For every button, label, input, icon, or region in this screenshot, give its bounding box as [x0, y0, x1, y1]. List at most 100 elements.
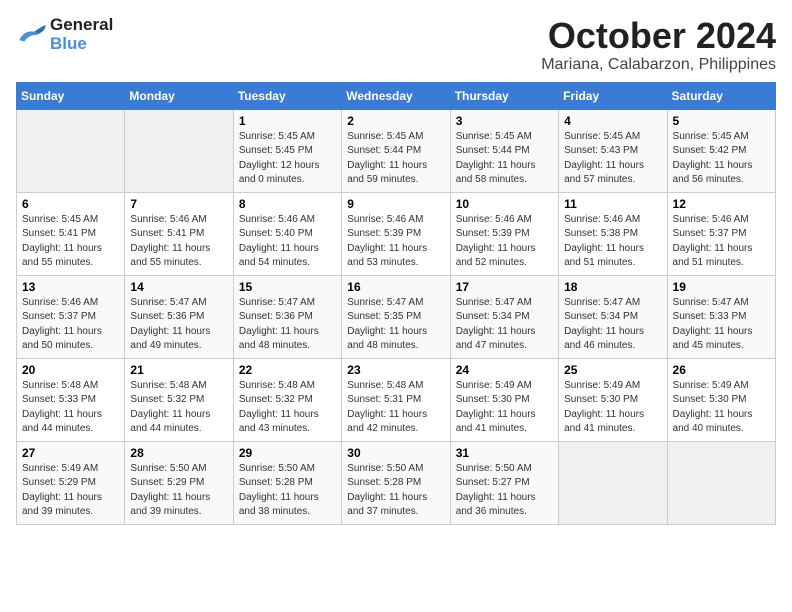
- sunset-text: Sunset: 5:29 PM: [22, 477, 96, 488]
- day-info: Sunrise: 5:48 AMSunset: 5:32 PMDaylight:…: [130, 379, 227, 437]
- daylight-text: Daylight: 11 hours and 59 minutes.: [347, 160, 427, 186]
- day-info: Sunrise: 5:46 AMSunset: 5:38 PMDaylight:…: [564, 213, 661, 271]
- calendar-day-cell: 2 Sunrise: 5:45 AM Sunset: 5:44 PM Daylight…: [342, 109, 450, 192]
- daylight-text: Daylight: 11 hours and 51 minutes.: [673, 243, 753, 269]
- sunset-text: Sunset: 5:39 PM: [456, 228, 530, 239]
- sunrise-text: Sunrise: 5:49 AM: [456, 380, 532, 391]
- calendar-day-cell: [17, 109, 125, 192]
- sunrise-text: Sunrise: 5:49 AM: [564, 380, 640, 391]
- day-number: 25: [564, 363, 661, 377]
- calendar-header-row: SundayMondayTuesdayWednesdayThursdayFrid…: [17, 82, 776, 109]
- sunset-text: Sunset: 5:37 PM: [673, 228, 747, 239]
- day-number: 30: [347, 446, 444, 460]
- calendar-day-cell: 8 Sunrise: 5:46 AMSunset: 5:40 PMDaylight…: [233, 192, 341, 275]
- calendar-day-cell: 17Sunrise: 5:47 AMSunset: 5:34 PMDayligh…: [450, 275, 558, 358]
- sunrise-text: Sunrise: 5:45 AM: [673, 131, 749, 142]
- sunset-text: Sunset: 5:40 PM: [239, 228, 313, 239]
- calendar-header-cell: Wednesday: [342, 82, 450, 109]
- day-number: 13: [22, 280, 119, 294]
- sunrise-text: Sunrise: 5:45 AM: [239, 131, 315, 142]
- day-number: 14: [130, 280, 227, 294]
- subtitle: Mariana, Calabarzon, Philippines: [541, 56, 776, 74]
- sunrise-text: Sunrise: 5:45 AM: [456, 131, 532, 142]
- sunset-text: Sunset: 5:34 PM: [564, 311, 638, 322]
- day-number: 19: [673, 280, 770, 294]
- sunrise-text: Sunrise: 5:50 AM: [130, 463, 206, 474]
- day-info: Sunrise: 5:48 AMSunset: 5:33 PMDaylight:…: [22, 379, 119, 437]
- calendar-day-cell: 16Sunrise: 5:47 AMSunset: 5:35 PMDayligh…: [342, 275, 450, 358]
- day-info: Sunrise: 5:46 AMSunset: 5:37 PMDaylight:…: [673, 213, 770, 271]
- sunrise-text: Sunrise: 5:46 AM: [347, 214, 423, 225]
- day-number: 2: [347, 114, 444, 128]
- calendar-header-cell: Friday: [559, 82, 667, 109]
- calendar-day-cell: 10Sunrise: 5:46 AMSunset: 5:39 PMDayligh…: [450, 192, 558, 275]
- calendar-day-cell: 9Sunrise: 5:46 AMSunset: 5:39 PMDaylight…: [342, 192, 450, 275]
- daylight-text: Daylight: 11 hours and 50 minutes.: [22, 326, 102, 352]
- sunset-text: Sunset: 5:36 PM: [130, 311, 204, 322]
- sunrise-text: Sunrise: 5:46 AM: [456, 214, 532, 225]
- daylight-text: Daylight: 11 hours and 40 minutes.: [673, 409, 753, 435]
- sunrise-text: Sunrise: 5:50 AM: [456, 463, 532, 474]
- day-info: Sunrise: 5:47 AMSunset: 5:34 PMDaylight:…: [564, 296, 661, 354]
- daylight-text: Daylight: 11 hours and 47 minutes.: [456, 326, 536, 352]
- calendar-day-cell: [125, 109, 233, 192]
- day-number: 21: [130, 363, 227, 377]
- daylight-text: Daylight: 11 hours and 51 minutes.: [564, 243, 644, 269]
- daylight-text: Daylight: 11 hours and 44 minutes.: [22, 409, 102, 435]
- sunset-text: Sunset: 5:32 PM: [130, 394, 204, 405]
- calendar-header-cell: Monday: [125, 82, 233, 109]
- calendar-day-cell: 20 Sunrise: 5:48 AMSunset: 5:33 PMDayligh…: [17, 358, 125, 441]
- title-block: October 2024 Mariana, Calabarzon, Philip…: [541, 16, 776, 74]
- day-info: Sunrise: 5:47 AMSunset: 5:36 PMDaylight:…: [130, 296, 227, 354]
- day-info: Sunrise: 5:48 AMSunset: 5:31 PMDaylight:…: [347, 379, 444, 437]
- sunset-text: Sunset: 5:36 PM: [239, 311, 313, 322]
- day-info: Sunrise: 5:45 AMSunset: 5:42 PMDaylight:…: [673, 130, 770, 188]
- daylight-text: Daylight: 11 hours and 52 minutes.: [456, 243, 536, 269]
- calendar-day-cell: [667, 441, 775, 524]
- day-number: 20: [22, 363, 119, 377]
- sunset-text: Sunset: 5:45 PM: [239, 145, 313, 156]
- calendar-day-cell: [559, 441, 667, 524]
- calendar-day-cell: 25 Sunrise: 5:49 AMSunset: 5:30 PMDayligh…: [559, 358, 667, 441]
- day-info: Sunrise: 5:46 AMSunset: 5:40 PMDaylight:…: [239, 213, 336, 271]
- day-number: 22: [239, 363, 336, 377]
- sunset-text: Sunset: 5:39 PM: [347, 228, 421, 239]
- daylight-text: Daylight: 11 hours and 55 minutes.: [130, 243, 210, 269]
- calendar-week-row: 27Sunrise: 5:49 AMSunset: 5:29 PMDayligh…: [17, 441, 776, 524]
- calendar-week-row: 13Sunrise: 5:46 AMSunset: 5:37 PMDayligh…: [17, 275, 776, 358]
- day-number: 15: [239, 280, 336, 294]
- calendar-day-cell: 29Sunrise: 5:50 AMSunset: 5:28 PMDayligh…: [233, 441, 341, 524]
- calendar-day-cell: 12 Sunrise: 5:46 AMSunset: 5:37 PMDayligh…: [667, 192, 775, 275]
- sunrise-text: Sunrise: 5:45 AM: [347, 131, 423, 142]
- day-number: 7: [130, 197, 227, 211]
- daylight-text: Daylight: 11 hours and 36 minutes.: [456, 492, 536, 518]
- calendar-day-cell: 19Sunrise: 5:47 AMSunset: 5:33 PMDayligh…: [667, 275, 775, 358]
- calendar-day-cell: 13Sunrise: 5:46 AMSunset: 5:37 PMDayligh…: [17, 275, 125, 358]
- daylight-text: Daylight: 11 hours and 41 minutes.: [564, 409, 644, 435]
- sunset-text: Sunset: 5:44 PM: [456, 145, 530, 156]
- day-number: 5: [673, 114, 770, 128]
- calendar-week-row: 20 Sunrise: 5:48 AMSunset: 5:33 PMDayligh…: [17, 358, 776, 441]
- sunset-text: Sunset: 5:30 PM: [673, 394, 747, 405]
- calendar-body: 1Sunrise: 5:45 AMSunset: 5:45 PMDaylight…: [17, 109, 776, 524]
- day-number: 11: [564, 197, 661, 211]
- sunrise-text: Sunrise: 5:47 AM: [564, 297, 640, 308]
- sunset-text: Sunset: 5:41 PM: [130, 228, 204, 239]
- day-number: 23: [347, 363, 444, 377]
- day-info: Sunrise: 5:50 AMSunset: 5:28 PMDaylight:…: [347, 462, 444, 520]
- day-number: 8: [239, 197, 336, 211]
- calendar-day-cell: 3Sunrise: 5:45 AMSunset: 5:44 PMDaylight…: [450, 109, 558, 192]
- sunset-text: Sunset: 5:44 PM: [347, 145, 421, 156]
- day-number: 12: [673, 197, 770, 211]
- sunset-text: Sunset: 5:34 PM: [456, 311, 530, 322]
- day-info: Sunrise: 5:49 AMSunset: 5:30 PMDaylight:…: [564, 379, 661, 437]
- day-number: 29: [239, 446, 336, 460]
- day-info: Sunrise: 5:45 AMSunset: 5:41 PMDaylight:…: [22, 213, 119, 271]
- calendar-day-cell: 24Sunrise: 5:49 AMSunset: 5:30 PMDayligh…: [450, 358, 558, 441]
- logo: General Blue: [16, 16, 113, 53]
- daylight-text: Daylight: 11 hours and 39 minutes.: [130, 492, 210, 518]
- day-number: 28: [130, 446, 227, 460]
- sunset-text: Sunset: 5:27 PM: [456, 477, 530, 488]
- day-info: Sunrise: 5:50 AM Sunset: 5:27 PM Daylight:…: [456, 462, 553, 520]
- day-number: 24: [456, 363, 553, 377]
